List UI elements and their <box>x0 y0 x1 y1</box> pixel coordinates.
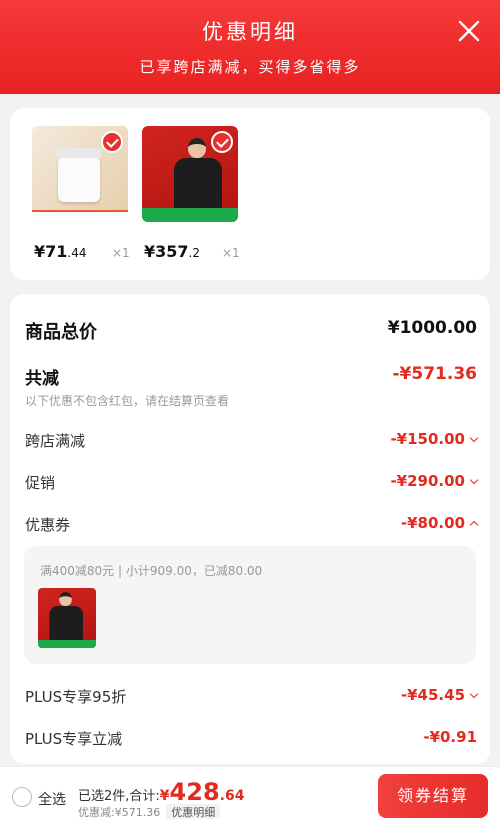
product-image-cream[interactable] <box>32 126 128 222</box>
chevron-down-icon[interactable] <box>469 689 479 699</box>
page-title: 优惠明细 <box>202 20 298 44</box>
total-discount-value: -¥571.36 <box>392 364 478 384</box>
coupon-detail-box: 满400减80元 | 小计909.00，已减80.00 <box>24 546 476 664</box>
product-card: ¥71.44 ×1 ¥357.2 ×1 <box>10 108 490 280</box>
page-subtitle: 已享跨店满减，买得多省得多 <box>139 58 361 76</box>
chevron-down-icon[interactable] <box>469 433 479 443</box>
discount-summary: 优惠减:¥571.36 优惠明细 <box>78 804 221 819</box>
cross-store-discount-row[interactable]: 跨店满减 -¥150.00 <box>25 430 479 456</box>
close-icon[interactable] <box>456 18 482 44</box>
product-qty: ×1 <box>222 246 240 260</box>
total-discount-label: 共减 <box>25 369 59 389</box>
chevron-up-icon[interactable] <box>469 520 479 530</box>
product-image-jacket[interactable] <box>142 126 238 222</box>
checkout-button[interactable]: 领券结算 <box>378 774 488 818</box>
header: 优惠明细 已享跨店满减，买得多省得多 <box>0 0 500 94</box>
total-price-row: 商品总价 ¥1000.00 <box>25 318 477 344</box>
product-price: ¥71.44 <box>34 242 87 261</box>
product-price: ¥357.2 <box>144 242 200 261</box>
jacket-model-picture <box>48 592 84 644</box>
check-icon[interactable] <box>101 131 123 153</box>
product-banner <box>32 210 128 222</box>
check-icon[interactable] <box>211 131 233 153</box>
discount-detail-card: 商品总价 ¥1000.00 共减 -¥571.36 以下优惠不包含红包，请在结算… <box>10 294 490 764</box>
discount-detail-tag[interactable]: 优惠明细 <box>166 804 221 819</box>
coupon-product-thumbnail[interactable] <box>38 588 96 648</box>
product-banner <box>142 208 238 222</box>
plus-discount-row[interactable]: PLUS专享95折 -¥45.45 <box>25 686 479 712</box>
order-summary: 已选2件,合计:¥428.64 <box>78 778 245 806</box>
total-price-label: 商品总价 <box>25 322 97 343</box>
coupon-row[interactable]: 优惠券 -¥80.00 <box>25 514 479 540</box>
coupon-detail-text: 满400减80元 | 小计909.00，已减80.00 <box>40 564 263 578</box>
plus-instant-discount-row: PLUS专享立减 -¥0.91 <box>25 728 477 748</box>
total-price-value: ¥1000.00 <box>387 318 477 338</box>
select-all-label[interactable]: 全选 <box>38 789 66 809</box>
discount-note: 以下优惠不包含红包，请在结算页查看 <box>25 394 230 408</box>
chevron-down-icon[interactable] <box>469 475 479 485</box>
total-discount-row: 共减 -¥571.36 <box>25 364 477 390</box>
product-qty: ×1 <box>112 246 130 260</box>
select-all-radio-icon[interactable] <box>12 787 32 807</box>
bottom-bar: 全选 已选2件,合计:¥428.64 优惠减:¥571.36 优惠明细 领券结算 <box>0 766 500 819</box>
cream-jar-picture <box>56 148 102 202</box>
promotion-row[interactable]: 促销 -¥290.00 <box>25 472 479 498</box>
